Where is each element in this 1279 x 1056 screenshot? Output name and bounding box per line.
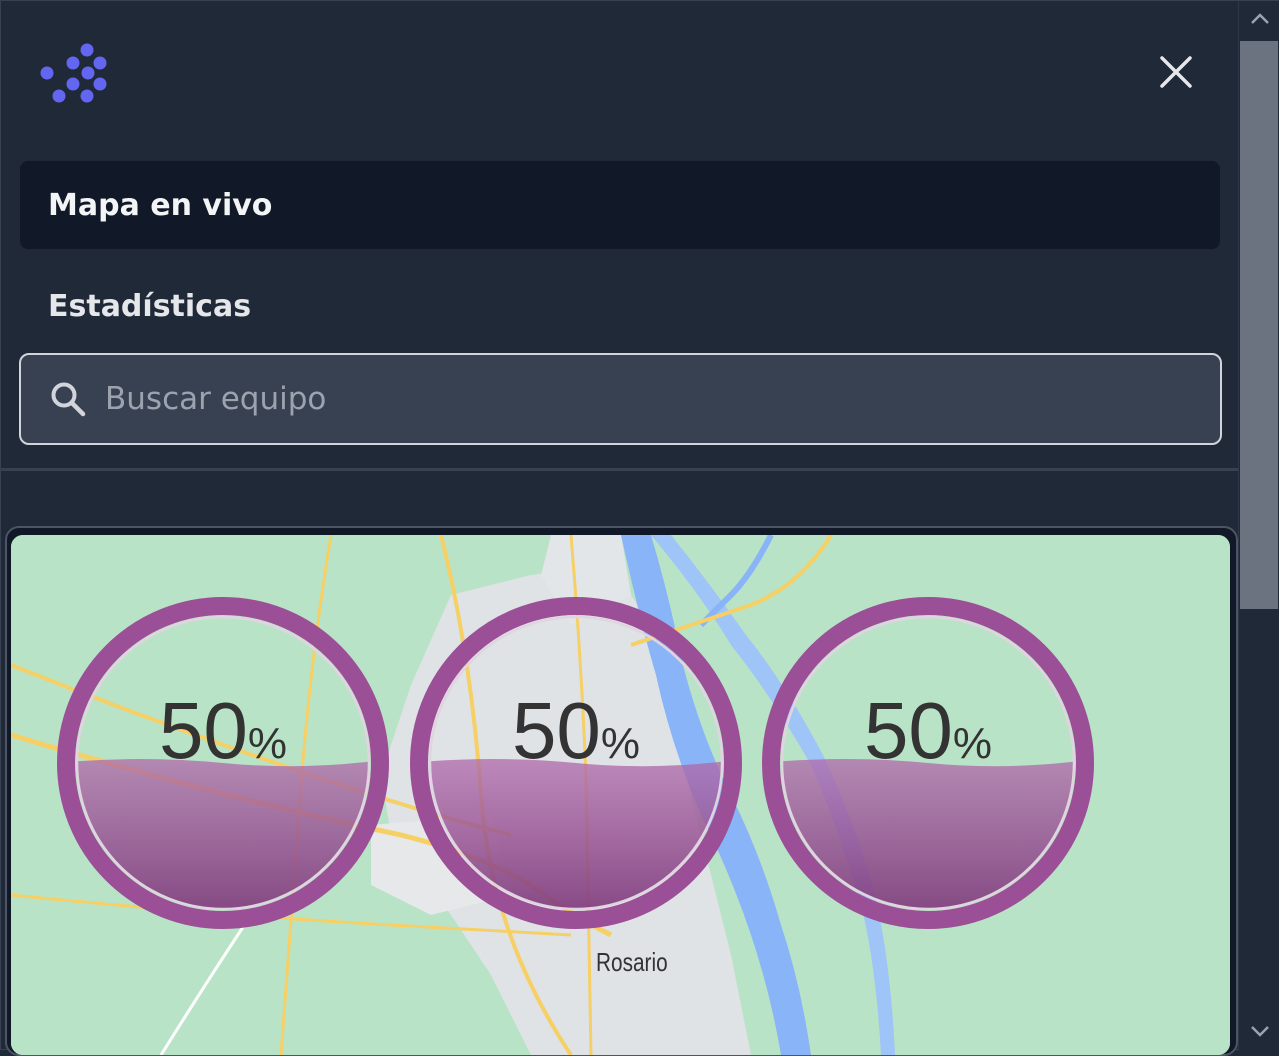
- nav-item-label: Estadísticas: [48, 288, 252, 324]
- chevron-down-icon: [1249, 1023, 1271, 1042]
- search-icon: [49, 379, 89, 419]
- app-window: Mapa en vivo Estadísticas Buscar equipo …: [0, 0, 1279, 1056]
- nav-item-mapa-en-vivo[interactable]: Mapa en vivo: [20, 161, 1220, 249]
- close-icon: [1158, 54, 1194, 94]
- divider: [1, 468, 1238, 471]
- close-button[interactable]: [1152, 51, 1200, 97]
- gauge-value: 50: [863, 686, 953, 775]
- gauge-unit: %: [600, 719, 641, 768]
- map-city-label: Rosario: [596, 947, 668, 977]
- search-input[interactable]: [105, 355, 1220, 443]
- vertical-scrollbar[interactable]: [1238, 1, 1279, 1051]
- gauge-value: 50: [511, 686, 601, 775]
- gauge-unit: %: [247, 719, 288, 768]
- scroll-thumb[interactable]: [1240, 41, 1278, 609]
- gauge: 50%: [410, 597, 742, 929]
- dots-chevron-logo-icon[interactable]: [37, 41, 109, 107]
- scroll-up-button[interactable]: [1239, 1, 1279, 39]
- gauge-unit: %: [952, 719, 993, 768]
- gauge-label: 50%: [762, 691, 1094, 771]
- gauge: 50%: [57, 597, 389, 929]
- gauge-label: 50%: [410, 691, 742, 771]
- live-map[interactable]: Rosario 50% 50% 50%: [11, 535, 1230, 1055]
- nav-item-estadisticas[interactable]: Estadísticas: [20, 263, 1220, 349]
- side-panel: Mapa en vivo Estadísticas Buscar equipo …: [1, 1, 1238, 1056]
- gauge: 50%: [762, 597, 1094, 929]
- gauge-label: 50%: [57, 691, 389, 771]
- nav-item-label: Mapa en vivo: [48, 187, 273, 223]
- gauge-value: 50: [158, 686, 248, 775]
- chevron-up-icon: [1249, 11, 1271, 30]
- search-box: [19, 353, 1222, 445]
- scroll-down-button[interactable]: [1239, 1013, 1279, 1051]
